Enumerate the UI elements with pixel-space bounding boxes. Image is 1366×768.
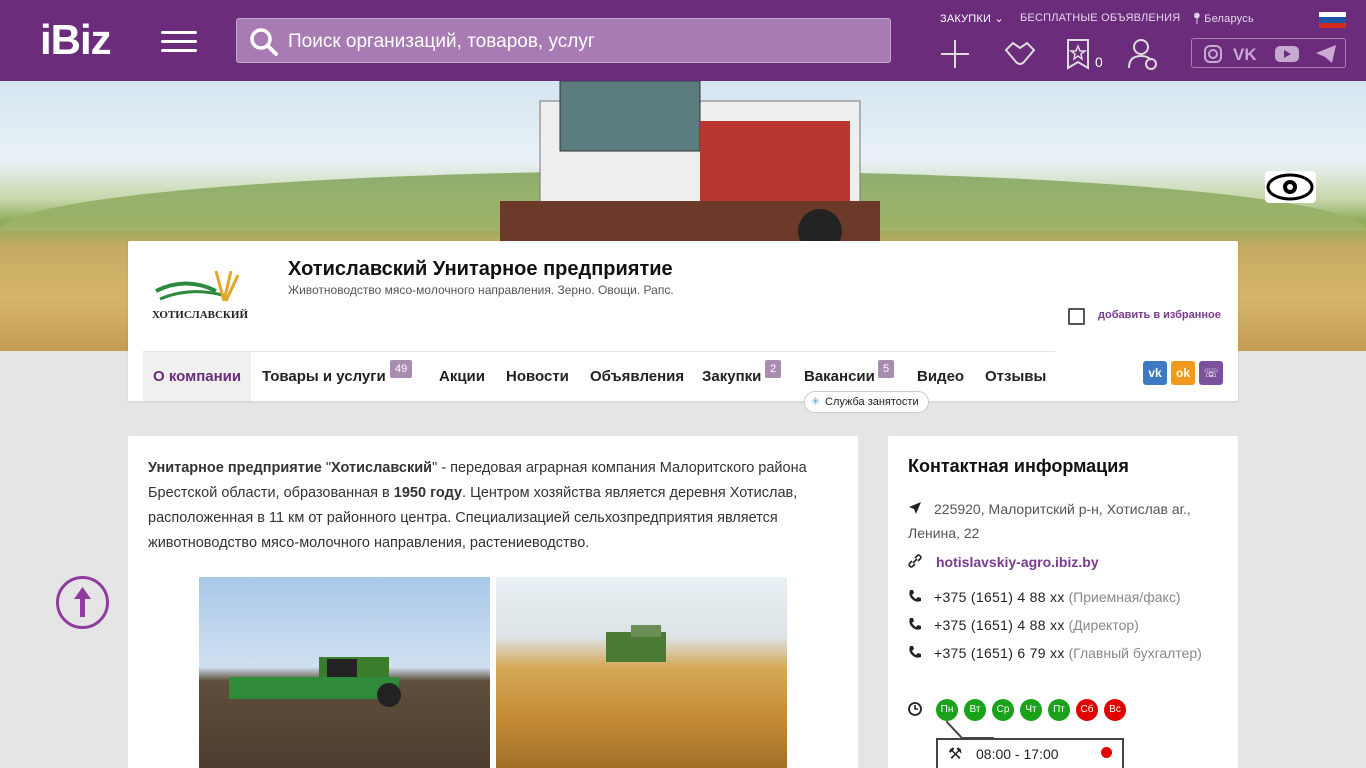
ok-share-icon[interactable]: ok	[1171, 361, 1195, 385]
wheat-field-photo[interactable]	[496, 577, 787, 768]
website: hotislavskiy-agro.ibiz.by	[908, 550, 1228, 574]
day-badge[interactable]: Вт	[964, 699, 986, 721]
products-count-badge: 49	[390, 360, 413, 378]
day-badge[interactable]: Чт	[1020, 699, 1042, 721]
vk-share-icon[interactable]: vk	[1143, 361, 1167, 385]
vk-icon[interactable]: VK	[1233, 44, 1263, 64]
about-content: Унитарное предприятие "Хотиславский" - п…	[128, 436, 858, 768]
handshake-icon[interactable]	[1004, 38, 1036, 70]
clock-icon	[908, 702, 922, 716]
tab-news[interactable]: Новости	[506, 352, 569, 401]
contact-info-title: Контактная информация	[908, 456, 1129, 476]
favorites-count: 0	[1095, 54, 1103, 70]
search-icon	[250, 28, 278, 56]
region-link[interactable]: 📍︎Беларусь	[1190, 12, 1254, 25]
viber-share-icon[interactable]: ☏	[1199, 361, 1223, 385]
link-icon	[908, 554, 922, 568]
company-subtitle: Животноводство мясо-молочного направлени…	[288, 283, 674, 297]
phone-row: +375 (1651) 4 88 xx (Директор)	[908, 613, 1228, 637]
address: 225920, Малоритский р-н, Хотислав аг., Л…	[908, 501, 1191, 541]
vacancies-count-badge: 5	[878, 360, 895, 378]
day-badge[interactable]: Пн	[936, 699, 958, 721]
scroll-up-button[interactable]	[56, 576, 109, 629]
about-text: Унитарное предприятие "Хотиславский" - п…	[148, 460, 807, 551]
day-badge[interactable]: Ср	[992, 699, 1014, 721]
location-pin-icon: 📍︎	[1190, 13, 1205, 25]
add-favorite-checkbox[interactable]	[1068, 308, 1085, 325]
search-placeholder: Поиск организаций, товаров, услуг	[288, 31, 595, 52]
favorites-star-icon[interactable]	[1064, 38, 1096, 70]
working-hours-popup: ⚒ 08:00 - 17:00	[936, 738, 1124, 768]
visually-impaired-eye-icon[interactable]	[1265, 171, 1316, 203]
employment-service-badge[interactable]: Служба занятости	[804, 391, 929, 413]
combine-harvester-image	[500, 81, 880, 251]
phone-number[interactable]: +375 (1651) 4 88 xx	[934, 617, 1065, 633]
ibiz-logo[interactable]: iBiz	[40, 18, 132, 62]
tab-reviews[interactable]: Отзывы	[985, 352, 1046, 401]
day-badge[interactable]: Вс	[1104, 699, 1126, 721]
company-logo: ХОТИСЛАВСКИЙ	[152, 270, 248, 321]
add-plus-icon[interactable]	[939, 38, 971, 70]
phone-row: +375 (1651) 4 88 xx (Приемная/факс)	[908, 585, 1228, 609]
day-badge[interactable]: Сб	[1076, 699, 1098, 721]
telegram-icon[interactable]	[1315, 44, 1337, 64]
phone-row: +375 (1651) 6 79 xx (Главный бухгалтер)	[908, 641, 1228, 665]
phone-icon	[909, 618, 921, 630]
arrow-up-icon	[74, 587, 91, 617]
website-link[interactable]: hotislavskiy-agro.ibiz.by	[936, 554, 1099, 570]
phone-number[interactable]: +375 (1651) 6 79 xx	[934, 645, 1065, 661]
youtube-icon[interactable]	[1274, 44, 1300, 64]
social-links: VK	[1191, 38, 1346, 68]
phone-number[interactable]: +375 (1651) 4 88 xx	[934, 589, 1065, 605]
top-navbar: iBiz Поиск организаций, товаров, услуг З…	[0, 0, 1366, 81]
company-title: Хотиславский Унитарное предприятие	[288, 258, 673, 280]
tab-ads[interactable]: Объявления	[590, 352, 684, 401]
tab-promotions[interactable]: Акции	[439, 352, 485, 401]
menu-icon[interactable]	[161, 31, 197, 53]
working-hours: 08:00 - 17:00	[976, 746, 1059, 762]
svg-text:VK: VK	[1233, 45, 1257, 64]
seeder-tractor-photo[interactable]	[199, 577, 490, 768]
phone-icon	[909, 590, 921, 602]
add-favorite-label[interactable]: добавить в избранное	[1098, 309, 1221, 321]
add-user-icon[interactable]	[1126, 38, 1158, 70]
free-ads-link[interactable]: БЕСПЛАТНЫЕ ОБЪЯВЛЕНИЯ	[1020, 12, 1180, 24]
tab-about[interactable]: О компании	[143, 352, 252, 401]
contact-info-panel: Контактная информация 225920, Малоритски…	[888, 436, 1238, 768]
company-card: ХОТИСЛАВСКИЙ Хотиславский Унитарное пред…	[128, 241, 1238, 413]
tools-icon: ⚒	[948, 746, 963, 763]
purchases-link[interactable]: ЗАКУПКИ ⌄	[940, 12, 1004, 25]
phone-icon	[909, 646, 921, 658]
tab-products[interactable]: Товары и услуги 49	[262, 352, 413, 401]
instagram-icon[interactable]	[1203, 44, 1223, 64]
language-flag-icon[interactable]	[1319, 12, 1346, 29]
status-dot	[1101, 747, 1112, 758]
search-input[interactable]: Поиск организаций, товаров, услуг	[236, 18, 891, 63]
location-arrow-icon	[909, 502, 921, 514]
purchases-count-badge: 2	[765, 360, 782, 378]
svg-text:ХОТИСЛАВСКИЙ: ХОТИСЛАВСКИЙ	[152, 309, 248, 321]
tab-purchases[interactable]: Закупки 2	[702, 352, 782, 401]
day-badge[interactable]: Пт	[1048, 699, 1070, 721]
